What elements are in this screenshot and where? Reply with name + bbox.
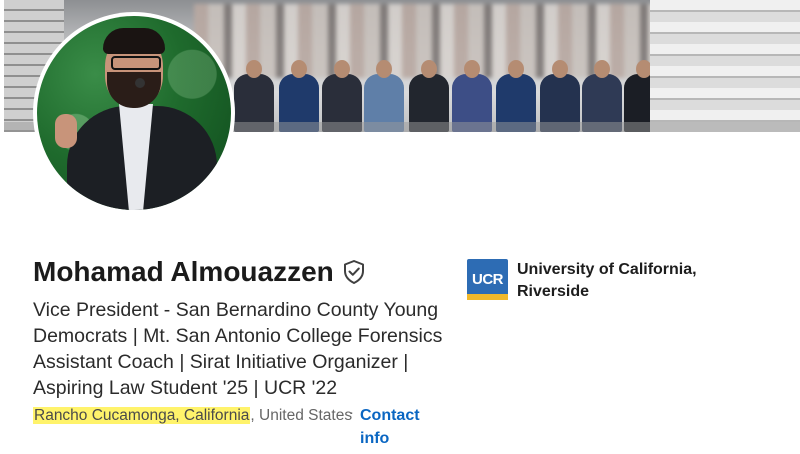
school-logo-text: UCR [472,271,504,288]
location-highlighted: Rancho Cucamonga, California [33,407,251,424]
contact-info-link[interactable]: Contact info [360,404,440,450]
profile-photo[interactable] [33,12,235,214]
school-logo: UCR [467,259,508,300]
verified-shield-icon[interactable] [342,259,366,285]
profile-location: Rancho Cucamonga, California, United Sta… [33,404,353,427]
separator-dot: · [349,404,354,421]
avatar-image [37,16,231,210]
school-name: University of California, Riverside [517,261,697,300]
profile-name: Mohamad Almouazzen [33,256,334,287]
school-entry[interactable]: UCR University of California, Riverside [467,259,717,303]
cover-steps-right [650,0,800,132]
location-separator: , [250,407,255,424]
location-country: United States [259,407,353,424]
profile-headline: Vice President - San Bernardino County Y… [33,299,443,399]
name-row: Mohamad Almouazzen [33,256,366,288]
